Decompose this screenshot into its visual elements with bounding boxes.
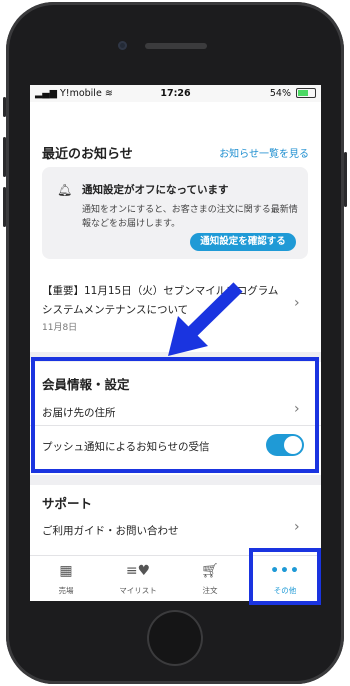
guide-contact-row[interactable]: ご利用ガイド・お問い合わせ [42, 523, 179, 538]
mylist-icon: ≡♥ [125, 563, 151, 579]
support-section-title: サポート [42, 496, 93, 511]
power-button [344, 152, 347, 207]
support-section: サポート ご利用ガイド・お問い合わせ › [30, 485, 321, 555]
earpiece [145, 43, 207, 49]
mute-switch [3, 97, 6, 117]
app-screen: ▂▄▆ Y!mobile ≋ 17:26 54% 最近のお知らせ お知らせ一覧を… [30, 85, 321, 601]
tab-store[interactable]: ▦ 売場 [30, 556, 102, 601]
member-settings-highlight [31, 357, 319, 473]
cart-icon: 🛒︎ [201, 563, 219, 579]
tab-orders[interactable]: 🛒︎ 注文 [174, 556, 246, 601]
more-tab-highlight [249, 548, 321, 605]
volume-up-button [3, 137, 6, 177]
chevron-right-icon: › [294, 519, 300, 535]
tab-mylist[interactable]: ≡♥ マイリスト [102, 556, 174, 601]
front-camera [118, 41, 127, 50]
volume-down-button [3, 187, 6, 227]
store-icon: ▦ [59, 563, 73, 579]
home-button[interactable] [147, 610, 203, 666]
